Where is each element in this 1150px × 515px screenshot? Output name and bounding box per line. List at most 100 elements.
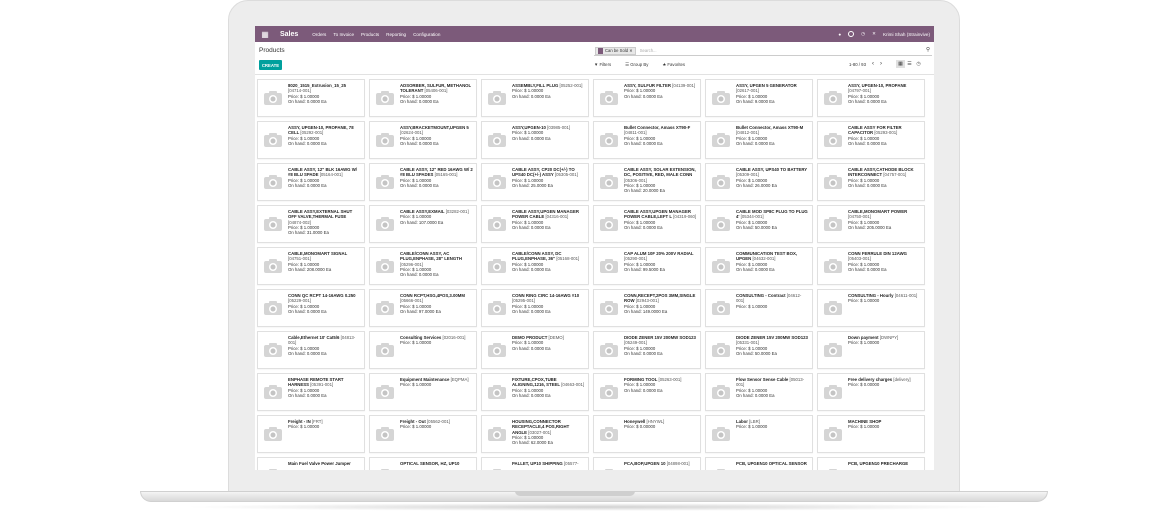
product-code: [FRT] <box>311 419 323 424</box>
product-info: CABLE ASSY,EXMAIL [03282-001] Price: $ 1.… <box>400 209 473 225</box>
product-card[interactable]: CONSULTING - Hourly [04611-001] Price: $ … <box>817 289 925 327</box>
product-card[interactable]: ASSY,BRACKETMOUNT,UPGEN 5 [02624-001] Pri… <box>369 121 477 159</box>
filters-button[interactable]: ▼ Filters <box>594 62 618 68</box>
product-card[interactable]: CABLE ASSY, SOLAR EXTENSION, DC, POSITIV… <box>593 163 701 201</box>
product-card[interactable]: CONN RCPT,HSG,4POS,3.00MM [05666-001] Pri… <box>369 289 477 327</box>
product-card[interactable]: Honeywell [HNYWL] Price: $ 0.00000 <box>593 415 701 453</box>
product-card[interactable]: PCB, UPGEN10 OPTICAL SENSOR <box>705 457 813 470</box>
product-card[interactable]: Labor [LBR] Price: $ 1.00000 <box>705 415 813 453</box>
menu-products[interactable]: Products <box>361 32 379 37</box>
product-card[interactable]: ASSY, UPGEN 5 GENERATOR [02617-001] Price… <box>705 79 813 117</box>
product-card[interactable]: CABLE ASSY,EXMAIL [03282-001] Price: $ 1.… <box>369 205 477 243</box>
group-by-button[interactable]: ☰ Group By <box>625 62 655 68</box>
product-on-hand: On hand: 0.0000 Ea <box>400 140 439 146</box>
product-card[interactable]: ENPHASE REMOTE START HARNESS [05391-001]… <box>257 373 365 411</box>
product-card[interactable]: Flow Sensor Sense Cable [05013-001] Price… <box>705 373 813 411</box>
menu-orders[interactable]: Orders <box>312 32 326 37</box>
product-card[interactable]: CABLE ASSY,EXTERNAL SHUT OFF VALVE,THERM… <box>257 205 365 243</box>
search-bar[interactable]: Can be Sold ✕ Search... ⚲ <box>594 46 932 56</box>
product-card[interactable]: CABLE ASSY,CATHODE BLOCK INTERCONNECT [0… <box>817 163 925 201</box>
product-card[interactable]: ASSY, SULFUR FILTER [04139-001] Price: $ … <box>593 79 701 117</box>
product-card[interactable]: CONN FERRULE DIN 12AWG [05403-001] Price:… <box>817 247 925 285</box>
product-card[interactable]: ASSEMBLY,FILL PLUG [05252-001] Price: $ 1… <box>481 79 589 117</box>
menu-to-invoice[interactable]: To Invoice <box>333 32 354 37</box>
product-image-placeholder-icon <box>262 465 284 470</box>
product-card[interactable]: Main Fuel Valve Power Jumper <box>257 457 365 470</box>
product-card[interactable]: PALLET, UP10 SHIPPING [05577- <box>481 457 589 470</box>
product-card[interactable]: Equipment Maintenance [EQPMA] Price: $ 1.… <box>369 373 477 411</box>
search-icon[interactable]: ⚲ <box>926 47 930 53</box>
product-card[interactable]: DEMO PRODUCT [DEMO] Price: $ 1.00000 On ha… <box>481 331 589 369</box>
pager-next-icon[interactable]: › <box>880 61 882 67</box>
product-card[interactable]: CABLE,MONOMART SIGNAL [04751-001] Price: … <box>257 247 365 285</box>
product-card[interactable]: DIODE ZENER 15V 200MW SOD123 [05331-001]… <box>705 331 813 369</box>
product-name: MACHINE SHOP <box>848 419 882 424</box>
product-code: [04611-001] <box>894 293 918 298</box>
product-card[interactable]: PCA,BOP,UPGEN 10 [04898-001] <box>593 457 701 470</box>
product-card[interactable]: CABLE ASSY,UPGEN MANAGER POWER CABLE [04… <box>481 205 589 243</box>
favorites-button[interactable]: ★ Favorites <box>662 62 692 68</box>
product-card[interactable]: Freight - Out [05562-001] Price: $ 1.0000… <box>369 415 477 453</box>
kanban-view-icon[interactable]: ▦ <box>896 60 905 68</box>
pager-value[interactable]: 1-80 / 93 <box>849 62 866 67</box>
activity-view-icon[interactable]: ◷ <box>914 60 923 68</box>
product-card[interactable]: CONN,RECEPT,2POS 3MM,SINGLE ROW [02943-0… <box>593 289 701 327</box>
product-card[interactable]: CABLE ASSY FOR FILTER CAPACITOR [05293-0… <box>817 121 925 159</box>
product-card[interactable]: FORMING TOOL [05263-001] Price: $ 1.00000… <box>593 373 701 411</box>
menu-configuration[interactable]: Configuration <box>413 32 440 37</box>
product-card[interactable]: DIODE ZENER 15V 200MW SOD123 [05249-001]… <box>593 331 701 369</box>
product-card[interactable]: CABLE MOD SP8C PLUG TO PLUG 4' [05344-00… <box>705 205 813 243</box>
product-card[interactable]: ASSY,UPGEN-10 [03985-001] Price: $ 1.0000… <box>481 121 589 159</box>
product-card[interactable]: Free delivery charges [delivery] Price: $… <box>817 373 925 411</box>
product-card[interactable]: CABLE/CONN ASSY, DC PLUG,ENPHASE, 36" [0… <box>481 247 589 285</box>
menu-reporting[interactable]: Reporting <box>386 32 406 37</box>
product-card[interactable]: MACHINE SHOP Price: $ 1.00000 <box>817 415 925 453</box>
product-card[interactable]: Bullet Connector, Amass XT90-M [04812-00… <box>705 121 813 159</box>
chat-icon[interactable] <box>848 31 855 37</box>
product-card[interactable]: 8020_1515_Extrusion_15_25 [04714-001] Pri… <box>257 79 365 117</box>
product-card[interactable]: CONN QC RCPT 14-16AWG 0.250 [05229-001] P… <box>257 289 365 327</box>
product-name: Equipment Maintenance <box>400 377 450 382</box>
product-info: CONN FERRULE DIN 12AWG [05403-001] Price:… <box>848 251 921 272</box>
close-icon[interactable]: ✕ <box>872 31 876 37</box>
product-card[interactable]: CABLE/CONN ASSY, AC PLUG,ENPHASE, 28" LE… <box>369 247 477 285</box>
product-card[interactable]: CABLE,MONOMART POWER [04750-001] Price: $… <box>817 205 925 243</box>
product-card[interactable]: CONN RING CIRC 14-16AWG #10 [05295-001] P… <box>481 289 589 327</box>
product-card[interactable]: Freight - IN [FRT] Price: $ 1.00000 <box>257 415 365 453</box>
product-card[interactable]: CABLE ASSY, CP20 DC(+/-) TO UPS40 DC(+/-… <box>481 163 589 201</box>
list-view-icon[interactable]: ☰ <box>905 60 914 68</box>
product-card[interactable]: CABLE ASSY, 12" BLK 16AWG W/ #8 BLU SPAD… <box>257 163 365 201</box>
toggle-icon[interactable]: ● <box>838 32 841 37</box>
search-input[interactable]: Search... <box>640 48 657 53</box>
product-info: FORMING TOOL [05263-001] Price: $ 1.00000… <box>624 377 697 393</box>
facet-remove-icon[interactable]: ✕ <box>628 48 633 53</box>
product-card[interactable]: Down payment [DWNPY] Price: $ 1.00000 <box>817 331 925 369</box>
activity-icon[interactable]: ◷ <box>861 31 865 37</box>
pager-previous-icon[interactable]: ‹ <box>872 61 874 67</box>
product-card[interactable]: ADSORBER, SULFUR, METHANOL TOLERANT [054… <box>369 79 477 117</box>
product-card[interactable]: FIXTURE,CPOX,TUBE ALIGNING,1216, STEEL [… <box>481 373 589 411</box>
product-card[interactable]: Consulting Services [02016-001] Price: $ … <box>369 331 477 369</box>
product-card[interactable]: CABLE ASSY,UPGEN MANAGER POWER CABLE,LEF… <box>593 205 701 243</box>
product-image-placeholder-icon <box>598 381 620 403</box>
product-on-hand: On hand: 0.0000 Ea <box>400 98 439 104</box>
product-card[interactable]: HOUSING,CONNECTOR RECEPTACLE,4 POS,RIGHT… <box>481 415 589 453</box>
app-brand[interactable]: Sales <box>280 31 298 38</box>
product-card[interactable]: OPTICAL SENSOR, HZ, UP10 <box>369 457 477 470</box>
product-card[interactable]: CAP ALUM 10F 20% 200V RADIAL [05290-001]… <box>593 247 701 285</box>
product-card[interactable]: COMMUNICATION TEST BOX, UPGEN [04632-001… <box>705 247 813 285</box>
apps-grid-icon[interactable]: ▦ <box>258 30 272 39</box>
product-card[interactable]: PCB, UPGEN10 PRECHARGE <box>817 457 925 470</box>
product-card[interactable]: CONSULTING - Contract [04612-001] Price: … <box>705 289 813 327</box>
product-card[interactable]: ASSY, UPGEN-10, PROPANE [04797-001] Price… <box>817 79 925 117</box>
product-card[interactable]: ASSY, UPGEN-10, PROPANE, 78 CELL [05292-… <box>257 121 365 159</box>
product-card[interactable]: CABLE ASSY, 12" RED 16AWG W/ 2 #8 BLU SP… <box>369 163 477 201</box>
product-image-placeholder-icon <box>598 129 620 151</box>
create-button[interactable]: CREATE <box>259 60 282 70</box>
product-info: CABLE/CONN ASSY, DC PLUG,ENPHASE, 36" [0… <box>512 251 585 272</box>
product-card[interactable]: Cable,Ethernet 10' Cat5/6 [04813-001] Pri… <box>257 331 365 369</box>
product-card[interactable]: Bullet Connector, Amass XT90-F [04811-00… <box>593 121 701 159</box>
user-menu[interactable]: Krimi Shah (Strainvive) <box>883 32 930 37</box>
product-card[interactable]: CABLE ASSY, UPS40 TO BATTERY [05309-001]… <box>705 163 813 201</box>
search-facet[interactable]: Can be Sold ✕ <box>595 46 636 55</box>
